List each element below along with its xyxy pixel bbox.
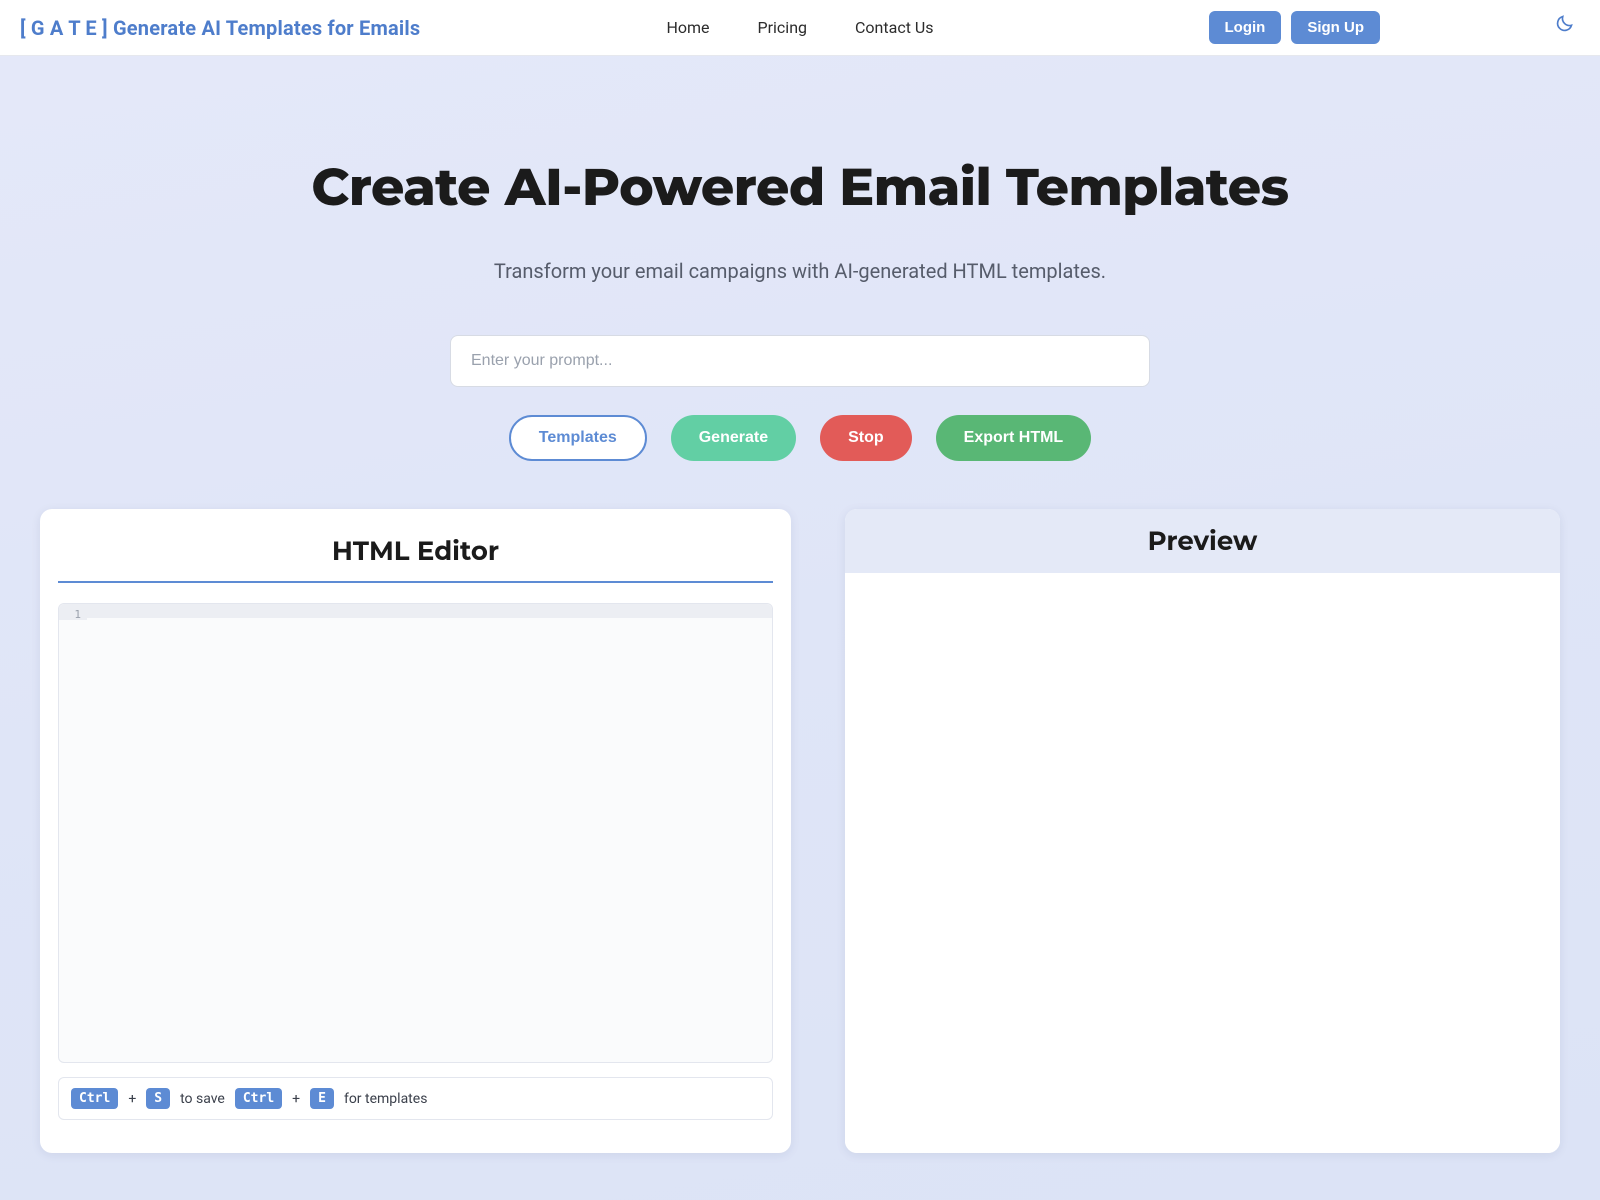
- generate-button[interactable]: Generate: [671, 415, 796, 461]
- editor-title: HTML Editor: [58, 535, 773, 567]
- prompt-row: [0, 335, 1600, 387]
- shortcut-bar: Ctrl + S to save Ctrl + E for templates: [58, 1077, 773, 1120]
- editor-title-underline: [58, 581, 773, 583]
- page-body: Create AI-Powered Email Templates Transf…: [0, 56, 1600, 1200]
- hero: Create AI-Powered Email Templates Transf…: [0, 156, 1600, 283]
- kbd-e: E: [310, 1088, 334, 1109]
- stop-button[interactable]: Stop: [820, 415, 912, 461]
- hero-subtitle: Transform your email campaigns with AI-g…: [0, 259, 1600, 283]
- code-line-number: 1: [59, 604, 87, 620]
- nav-link-home[interactable]: Home: [666, 18, 709, 37]
- editor-panel: HTML Editor 1 Ctrl + S to save Ctrl + E …: [40, 509, 791, 1153]
- export-html-button[interactable]: Export HTML: [936, 415, 1092, 461]
- templates-button[interactable]: Templates: [509, 415, 647, 461]
- preview-header: Preview: [845, 509, 1560, 573]
- kbd-ctrl-1: Ctrl: [71, 1088, 118, 1109]
- moon-icon: [1554, 14, 1574, 38]
- preview-panel: Preview: [845, 509, 1560, 1153]
- code-editor[interactable]: 1: [58, 603, 773, 1063]
- kbd-plus-1: +: [128, 1091, 136, 1107]
- nav-center: Home Pricing Contact Us: [666, 18, 933, 37]
- kbd-ctrl-2: Ctrl: [235, 1088, 282, 1109]
- kbd-plus-2: +: [292, 1091, 300, 1107]
- nav-right: Login Sign Up: [1209, 11, 1381, 44]
- signup-button[interactable]: Sign Up: [1291, 11, 1380, 44]
- code-editor-header-strip: [59, 604, 772, 618]
- preview-title: Preview: [845, 525, 1560, 557]
- panels: HTML Editor 1 Ctrl + S to save Ctrl + E …: [40, 509, 1560, 1153]
- nav-link-pricing[interactable]: Pricing: [758, 18, 808, 37]
- hero-title: Create AI-Powered Email Templates: [0, 156, 1600, 219]
- brand-logo-text[interactable]: [ G A T E ] Generate AI Templates for Em…: [20, 16, 420, 40]
- top-navbar: [ G A T E ] Generate AI Templates for Em…: [0, 0, 1600, 56]
- shortcut-save-label: to save: [180, 1091, 225, 1107]
- login-button[interactable]: Login: [1209, 11, 1282, 44]
- preview-body: [845, 573, 1560, 1153]
- action-row: Templates Generate Stop Export HTML: [0, 415, 1600, 461]
- nav-link-contact[interactable]: Contact Us: [855, 18, 934, 37]
- kbd-s: S: [146, 1088, 170, 1109]
- theme-toggle[interactable]: [1552, 14, 1576, 38]
- prompt-input[interactable]: [450, 335, 1150, 387]
- shortcut-templates-label: for templates: [344, 1091, 427, 1107]
